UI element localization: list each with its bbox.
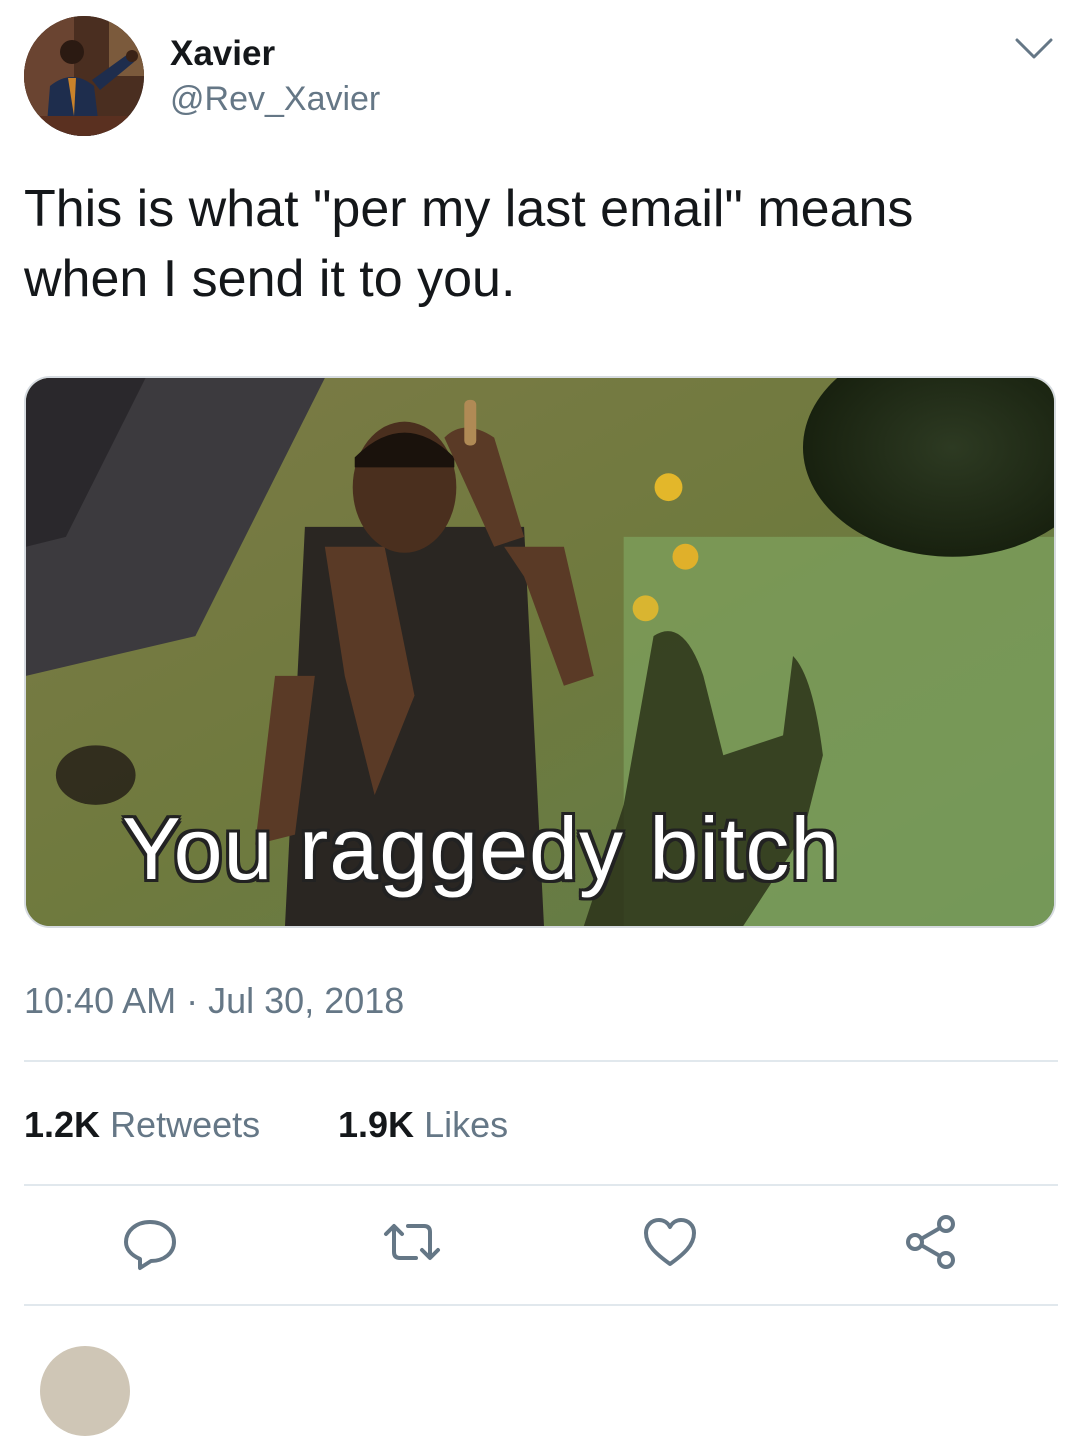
- likes-label: Likes: [424, 1104, 509, 1145]
- heart-icon[interactable]: [640, 1212, 700, 1272]
- avatar[interactable]: [24, 16, 144, 136]
- retweets-stat[interactable]: 1.2K Retweets: [24, 1104, 260, 1146]
- chevron-down-icon[interactable]: [1014, 36, 1054, 62]
- likes-stat[interactable]: 1.9K Likes: [338, 1104, 508, 1146]
- user-handle[interactable]: @Rev_Xavier: [170, 80, 380, 119]
- meta-separator: ·: [186, 980, 199, 1021]
- next-tweet-preview[interactable]: [0, 1330, 1080, 1436]
- tweet-date: Jul 30, 2018: [208, 980, 405, 1021]
- divider: [24, 1304, 1058, 1306]
- retweets-label: Retweets: [110, 1104, 261, 1145]
- display-name[interactable]: Xavier: [170, 34, 275, 74]
- media-caption: You raggedy bitch: [122, 799, 841, 898]
- reply-icon[interactable]: [120, 1212, 180, 1272]
- likes-count: 1.9K: [338, 1104, 415, 1145]
- divider: [24, 1060, 1058, 1062]
- tweet-timestamp[interactable]: 10:40 AM · Jul 30, 2018: [24, 980, 404, 1022]
- retweet-icon[interactable]: [382, 1212, 442, 1272]
- retweets-count: 1.2K: [24, 1104, 101, 1145]
- tweet-media[interactable]: You raggedy bitch: [24, 376, 1056, 928]
- divider: [24, 1184, 1058, 1186]
- tweet-text: This is what "per my last email" means w…: [24, 180, 914, 308]
- share-icon[interactable]: [902, 1212, 962, 1272]
- next-tweet-avatar[interactable]: [40, 1346, 130, 1436]
- avatar-image: [24, 16, 144, 136]
- tweet-time: 10:40 AM: [24, 980, 177, 1021]
